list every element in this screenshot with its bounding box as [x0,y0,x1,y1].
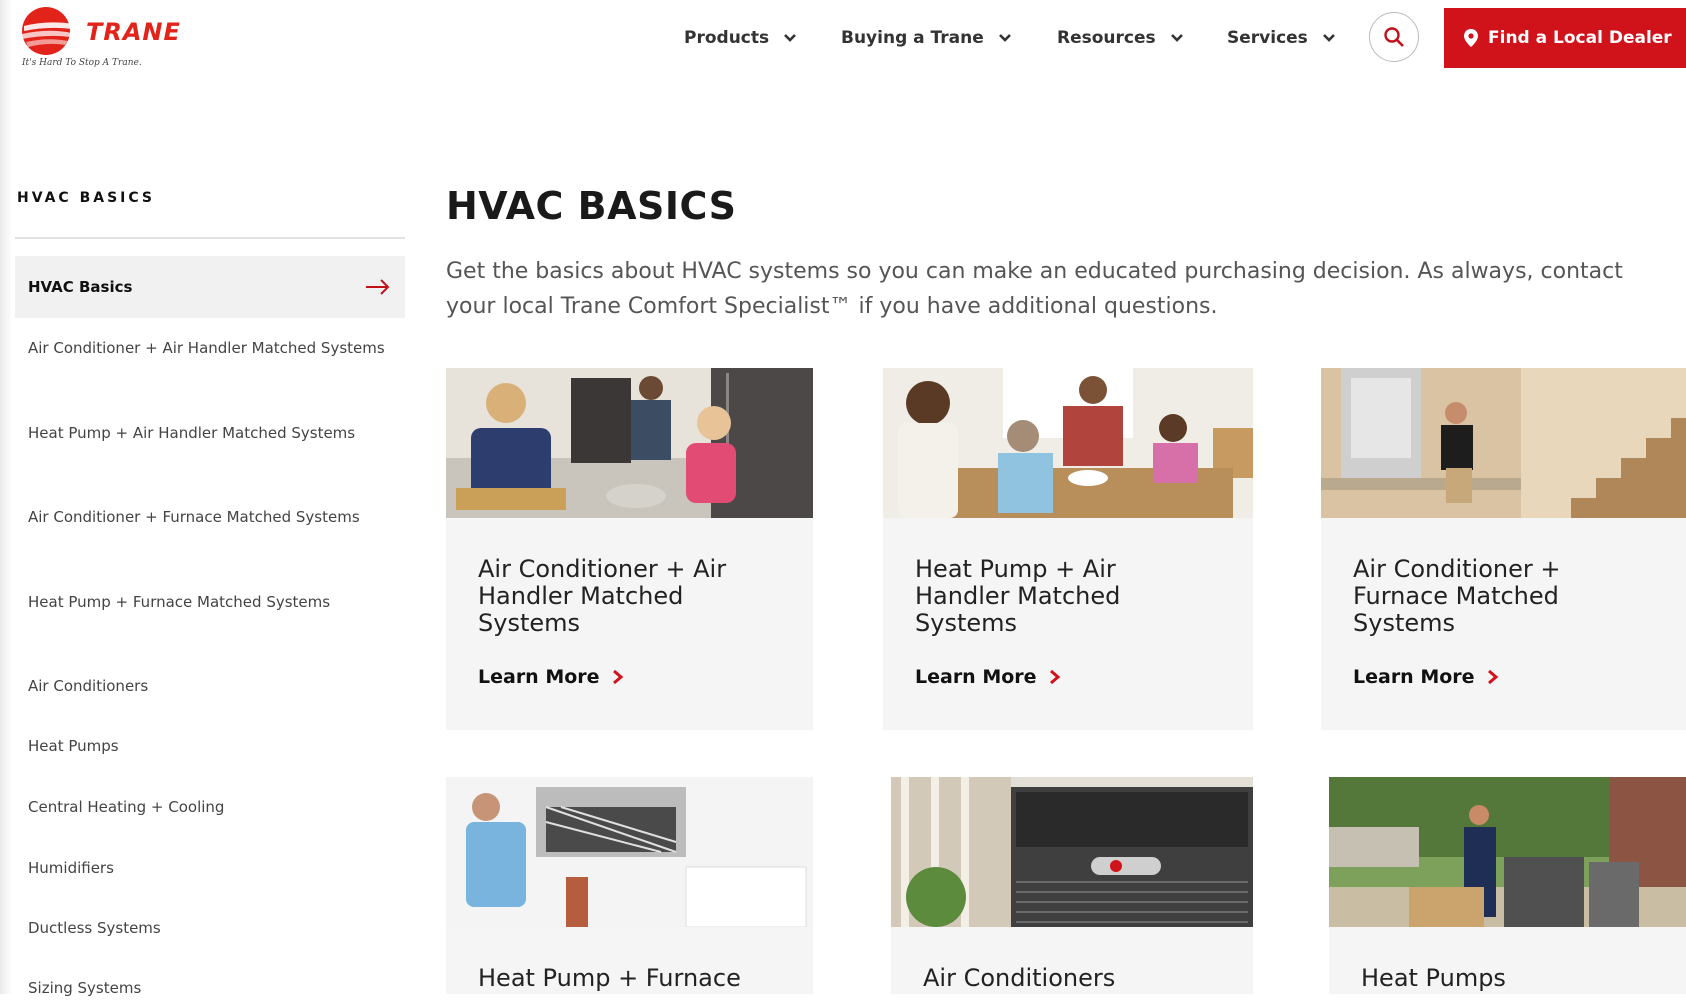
card-heat-pumps[interactable]: Heat Pumps [1329,777,1686,994]
nav-buying-label: Buying a Trane [841,28,984,48]
nav-resources[interactable]: Resources [1057,22,1184,54]
card-ac-air-handler[interactable]: Air Conditioner + Air Handler Matched Sy… [446,368,813,730]
sidebar-title: HVAC BASICS [17,190,155,206]
page-title: HVAC BASICS [446,184,737,228]
nav-buying[interactable]: Buying a Trane [841,22,1012,54]
card-image-family-dinner [883,368,1253,518]
sidebar-divider [15,237,405,239]
nav-resources-label: Resources [1057,28,1156,48]
arrow-right-icon [366,279,390,295]
sidebar-item-air-conditioners[interactable]: Air Conditioners [28,674,388,698]
chevron-down-icon [998,34,1011,42]
sidebar-item-sizing-systems[interactable]: Sizing Systems [28,976,388,1000]
chevron-right-icon [612,669,623,685]
sidebar-item-hp-furnace[interactable]: Heat Pump + Furnace Matched Systems [28,590,388,614]
card-image-outdoor-unit [891,777,1253,927]
sidebar-item-humidifiers[interactable]: Humidifiers [28,856,388,880]
card-hp-furnace[interactable]: Heat Pump + Furnace [446,777,813,994]
nav-products[interactable]: Products [684,22,797,54]
sidebar-item-hvac-basics[interactable]: HVAC Basics [15,256,405,318]
sidebar-item-hp-air-handler[interactable]: Heat Pump + Air Handler Matched Systems [28,421,388,445]
sidebar-item-ac-furnace[interactable]: Air Conditioner + Furnace Matched System… [28,505,388,529]
card-title: Heat Pump + Furnace [478,964,741,992]
sidebar-item-label: HVAC Basics [28,278,133,296]
learn-more-label: Learn More [478,666,600,688]
chevron-down-icon [1170,34,1183,42]
location-pin-icon [1464,29,1478,47]
sidebar-item-heat-pumps[interactable]: Heat Pumps [28,734,388,758]
find-dealer-button[interactable]: Find a Local Dealer [1444,8,1686,68]
trane-logo-icon [22,7,74,55]
learn-more-link[interactable]: Learn More [915,666,1061,688]
learn-more-label: Learn More [915,666,1037,688]
sidebar-item-ac-air-handler[interactable]: Air Conditioner + Air Handler Matched Sy… [28,336,388,360]
card-image-technician-basement [1321,368,1686,518]
card-title: Air Conditioner + Furnace Matched System… [1353,555,1561,637]
logo-wordmark: TRANE [86,18,181,46]
logo-tagline: It's Hard To Stop A Trane. [22,58,142,68]
nav-products-label: Products [684,28,770,48]
find-dealer-label: Find a Local Dealer [1488,28,1672,48]
learn-more-link[interactable]: Learn More [478,666,624,688]
card-title: Heat Pump + Air Handler Matched Systems [915,555,1121,637]
chevron-down-icon [1322,34,1335,42]
card-ac-furnace[interactable]: Air Conditioner + Furnace Matched System… [1321,368,1686,730]
learn-more-label: Learn More [1353,666,1475,688]
search-icon [1384,27,1404,47]
trane-logo[interactable]: TRANE It's Hard To Stop A Trane. [18,6,193,76]
search-button[interactable] [1369,12,1419,62]
chevron-right-icon [1487,669,1498,685]
card-image-filter-replacement [446,777,813,927]
card-title: Air Conditioner + Air Handler Matched Sy… [478,555,727,637]
chevron-right-icon [1049,669,1060,685]
card-air-conditioners[interactable]: Air Conditioners [891,777,1253,994]
nav-services-label: Services [1227,28,1308,48]
card-title: Heat Pumps [1361,964,1506,992]
site-header: TRANE It's Hard To Stop A Trane. Product… [12,0,1686,100]
card-title: Air Conditioners [923,964,1116,992]
learn-more-link[interactable]: Learn More [1353,666,1499,688]
card-image-kitchen-family [446,368,813,518]
sidebar-item-ductless-systems[interactable]: Ductless Systems [28,916,388,940]
sidebar-item-central-heating-cooling[interactable]: Central Heating + Cooling [28,795,388,819]
intro-text: Get the basics about HVAC systems so you… [446,259,1623,319]
nav-services[interactable]: Services [1227,22,1336,54]
card-image-technician-yard [1329,777,1686,927]
page-edge [0,0,12,994]
card-hp-air-handler[interactable]: Heat Pump + Air Handler Matched Systems … [883,368,1253,730]
chevron-down-icon [784,34,797,42]
